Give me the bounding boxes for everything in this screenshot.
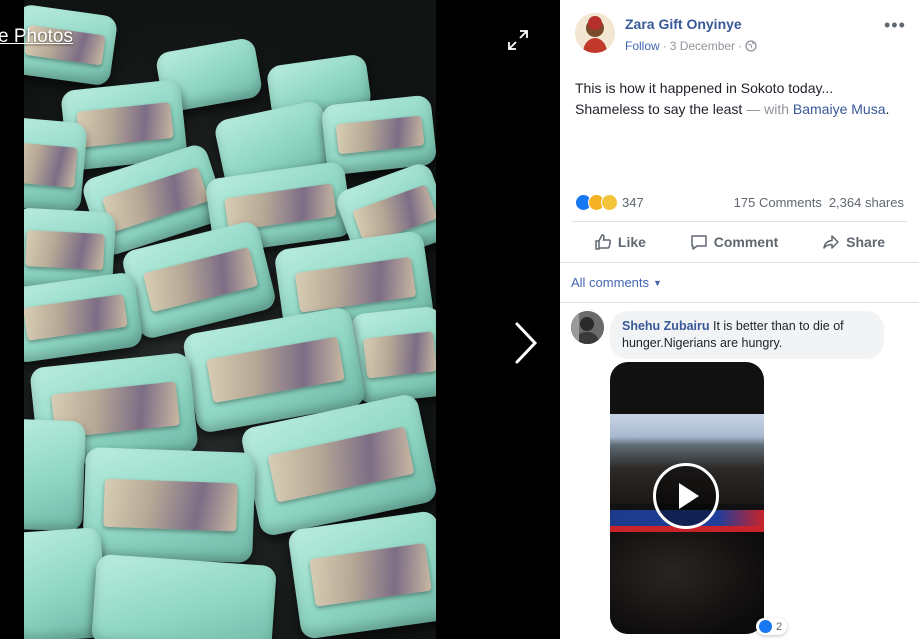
tagged-person[interactable]: Bamaiye Musa: [793, 101, 886, 117]
post-text-body: Shameless to say the least: [575, 101, 743, 117]
thumbs-up-icon: [595, 234, 611, 250]
play-button[interactable]: [653, 463, 719, 529]
photo-viewer: e Photos: [0, 0, 560, 639]
expand-icon[interactable]: [506, 28, 530, 52]
comment-filter-label: All comments: [571, 275, 650, 290]
divider: [560, 302, 919, 303]
comment-icon: [691, 235, 707, 250]
engagement-counts: 175 Comments 2,364 shares: [734, 195, 904, 210]
shares-count[interactable]: 2,364 shares: [829, 195, 904, 210]
post-sidebar: Zara Gift Onyinye Follow · 3 December · …: [560, 0, 919, 639]
video-floor: [610, 532, 764, 634]
post-text-line-2: Shameless to say the least — with Bamaiy…: [575, 99, 905, 120]
post-text: This is how it happened in Sokoto today.…: [575, 78, 905, 120]
chevron-right-icon[interactable]: [511, 320, 541, 366]
post-date[interactable]: 3 December: [670, 39, 735, 53]
author-avatar[interactable]: [575, 13, 615, 53]
comment-button[interactable]: Comment: [690, 233, 779, 251]
post-actions: Like Comment Share: [572, 227, 907, 257]
with-label: — with: [742, 101, 793, 117]
share-label: Share: [846, 234, 886, 250]
comment-bubble: Shehu Zubairu It is better than to die o…: [610, 311, 884, 359]
share-button[interactable]: Share: [822, 233, 885, 251]
like-reaction-icon: [758, 619, 773, 634]
meta-separator: ·: [738, 39, 743, 53]
author-name[interactable]: Zara Gift Onyinye: [625, 16, 742, 32]
like-button[interactable]: Like: [594, 233, 646, 251]
commenter-avatar[interactable]: [571, 311, 604, 344]
like-label: Like: [617, 234, 646, 250]
meta-separator: ·: [662, 39, 667, 53]
reactions-summary[interactable]: 347: [575, 194, 644, 211]
follow-link[interactable]: Follow: [625, 39, 660, 53]
post-text-period: .: [885, 101, 890, 117]
comment-like-count: 2: [776, 620, 783, 633]
commenter-name[interactable]: Shehu Zubairu: [622, 319, 710, 333]
divider: [572, 221, 907, 222]
see-photos-link[interactable]: e Photos: [0, 26, 73, 48]
post-photo: [24, 0, 436, 639]
post-meta: Follow · 3 December ·: [625, 39, 757, 53]
sad-reaction-icon: [601, 194, 618, 211]
post-text-line-1: This is how it happened in Sokoto today.…: [575, 80, 834, 96]
comment-label: Comment: [713, 234, 779, 250]
divider: [560, 262, 919, 263]
caret-down-icon: ▼: [653, 277, 662, 288]
comments-count[interactable]: 175 Comments: [734, 195, 822, 210]
comment-reaction-badge[interactable]: 2: [756, 618, 788, 635]
comment-filter-dropdown[interactable]: All comments ▼: [571, 275, 662, 290]
share-icon: [823, 235, 839, 249]
reaction-count: 347: [622, 195, 644, 210]
globe-icon: [745, 40, 757, 52]
more-options-icon[interactable]: •••: [884, 15, 906, 36]
comment-video[interactable]: [610, 362, 764, 634]
play-icon: [679, 483, 699, 509]
